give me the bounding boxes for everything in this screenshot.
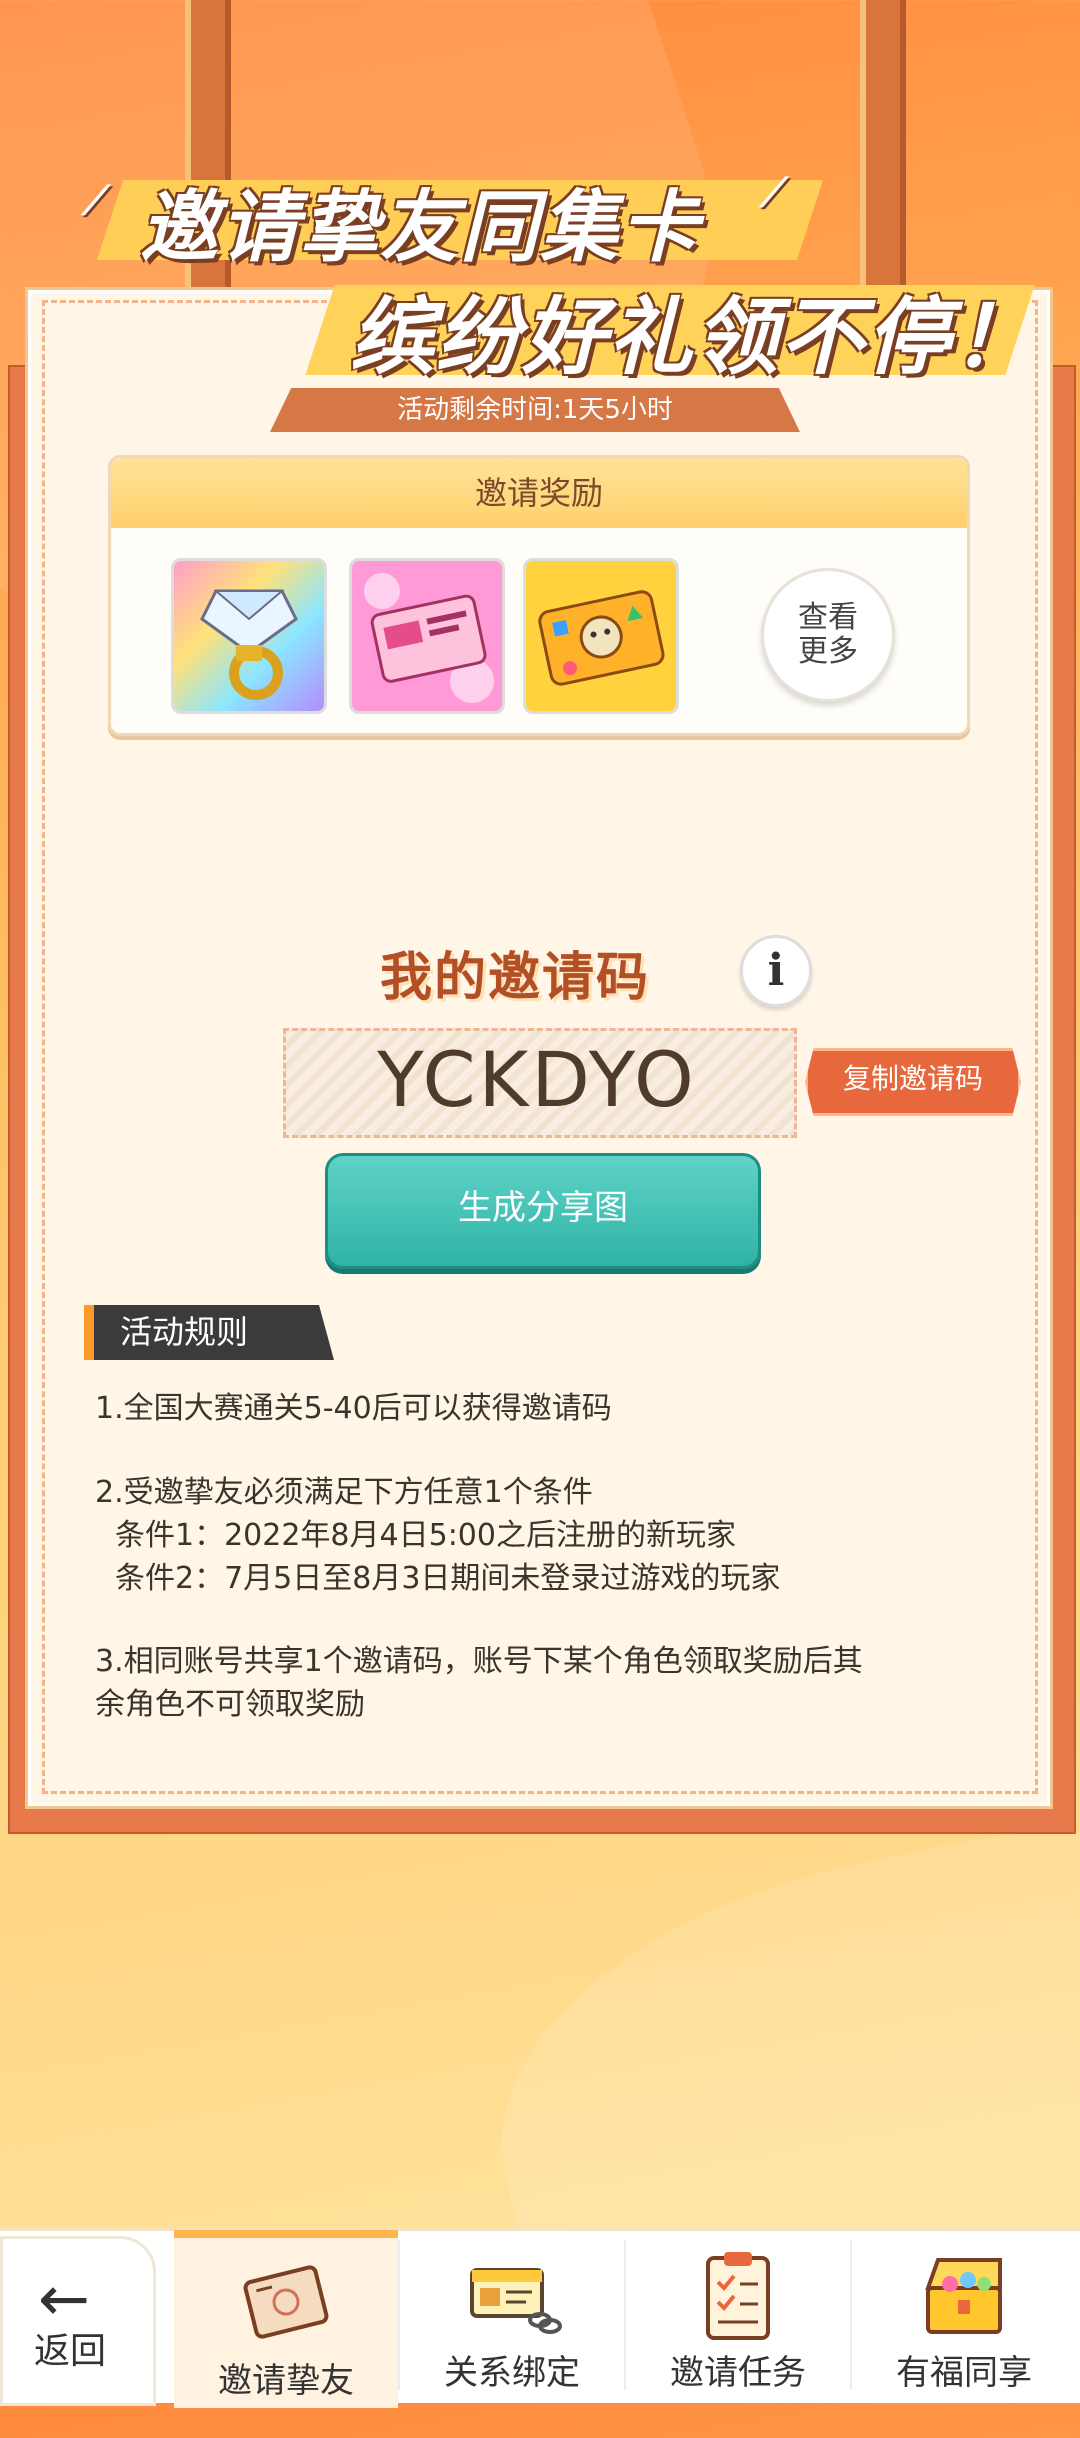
tab-relationship-binding[interactable]: 关系绑定 [400, 2230, 624, 2400]
invite-letter-icon [243, 2265, 329, 2339]
info-icon[interactable]: i [740, 935, 812, 1007]
view-more-rewards-button[interactable]: 查看更多 [761, 568, 895, 702]
clipboard-checklist-icon [706, 2252, 770, 2340]
rule-line: 余角色不可领取奖励 [95, 1687, 365, 1722]
tab-label: 邀请任务 [670, 2353, 806, 2393]
time-remaining: 活动剩余时间:1天5小时 [397, 395, 673, 425]
reward-card-title: 邀请奖励 [111, 458, 967, 528]
spark-icon: ⟋ [82, 178, 110, 224]
invite-code-value: YCKDYO [377, 1035, 697, 1124]
tab-share-blessings[interactable]: 有福同享 [852, 2230, 1076, 2400]
tab-label: 有福同享 [896, 2353, 1032, 2393]
pink-card-icon [352, 561, 502, 711]
rule-line: 1.全国大赛通关5-40后可以获得邀请码 [95, 1391, 612, 1426]
rule-line: 3.相同账号共享1个邀请码，账号下某个角色领取奖励后其 [95, 1644, 863, 1679]
gold-card-icon [526, 561, 676, 711]
back-label: 返回 [34, 2331, 107, 2372]
headline-line-2: 缤纷好礼领不停！ [350, 288, 1039, 386]
rule-line: 2.受邀挚友必须满足下方任意1个条件 [95, 1475, 593, 1510]
headline-line-1: 邀请挚友同集卡 [140, 183, 701, 273]
rule-line: 条件2：7月5日至8月3日期间未登录过游戏的玩家 [115, 1561, 781, 1596]
treasure-chest-icon [925, 2258, 1002, 2334]
headline-banner: ⟋ ⟋ 邀请挚友同集卡 缤纷好礼领不停！ [0, 150, 1080, 400]
tab-label: 邀请挚友 [218, 2361, 354, 2401]
spark-icon: ⟋ [760, 170, 788, 216]
id-card-link-icon [470, 2268, 562, 2334]
tab-invite-friends[interactable]: 邀请挚友 [174, 2230, 398, 2408]
tab-invite-tasks[interactable]: 邀请任务 [626, 2230, 850, 2400]
reward-card: 邀请奖励 查看更多 [108, 455, 970, 736]
view-more-label: 查看更多 [798, 600, 858, 669]
rule-line: 条件1：2022年8月4日5:00之后注册的新玩家 [115, 1518, 736, 1553]
rules-title: 活动规则 [120, 1313, 249, 1351]
reward-item-diamond-ring[interactable] [171, 558, 327, 714]
reward-item-pink-card[interactable] [349, 558, 505, 714]
reward-item-gold-card[interactable] [523, 558, 679, 714]
diamond-ring-icon [174, 561, 324, 711]
invite-code-title: 我的邀请码 [380, 948, 651, 1008]
copy-code-button[interactable]: 复制邀请码 [805, 1048, 1021, 1116]
tab-label: 关系绑定 [444, 2353, 580, 2393]
generate-share-image-button[interactable]: 生成分享图 [325, 1153, 761, 1269]
